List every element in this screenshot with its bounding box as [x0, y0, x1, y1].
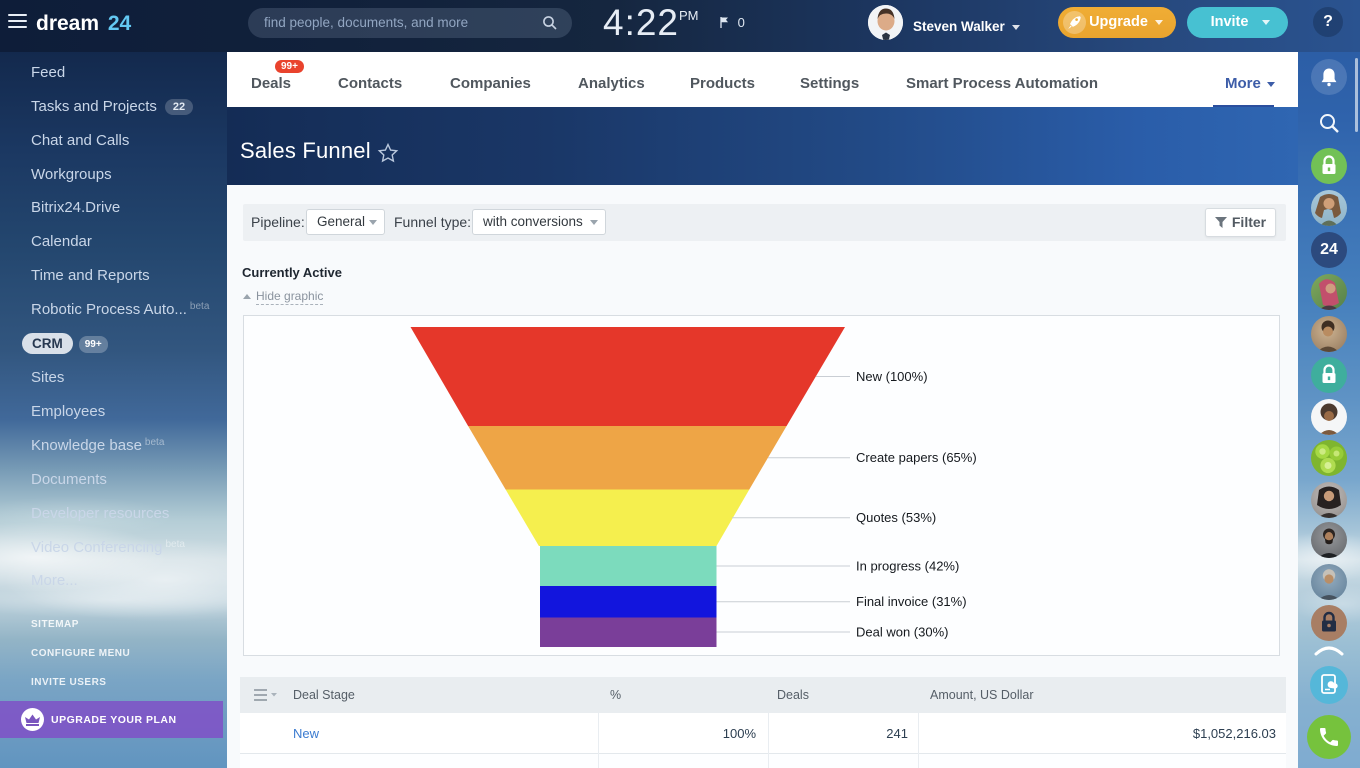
svg-text:Deal won (30%): Deal won (30%): [856, 625, 949, 640]
svg-text:In progress (42%): In progress (42%): [856, 559, 959, 574]
svg-text:Final invoice (31%): Final invoice (31%): [856, 594, 967, 609]
svg-text:Create papers (65%): Create papers (65%): [856, 450, 977, 465]
svg-text:New (100%): New (100%): [856, 369, 928, 384]
svg-text:Quotes (53%): Quotes (53%): [856, 510, 936, 525]
